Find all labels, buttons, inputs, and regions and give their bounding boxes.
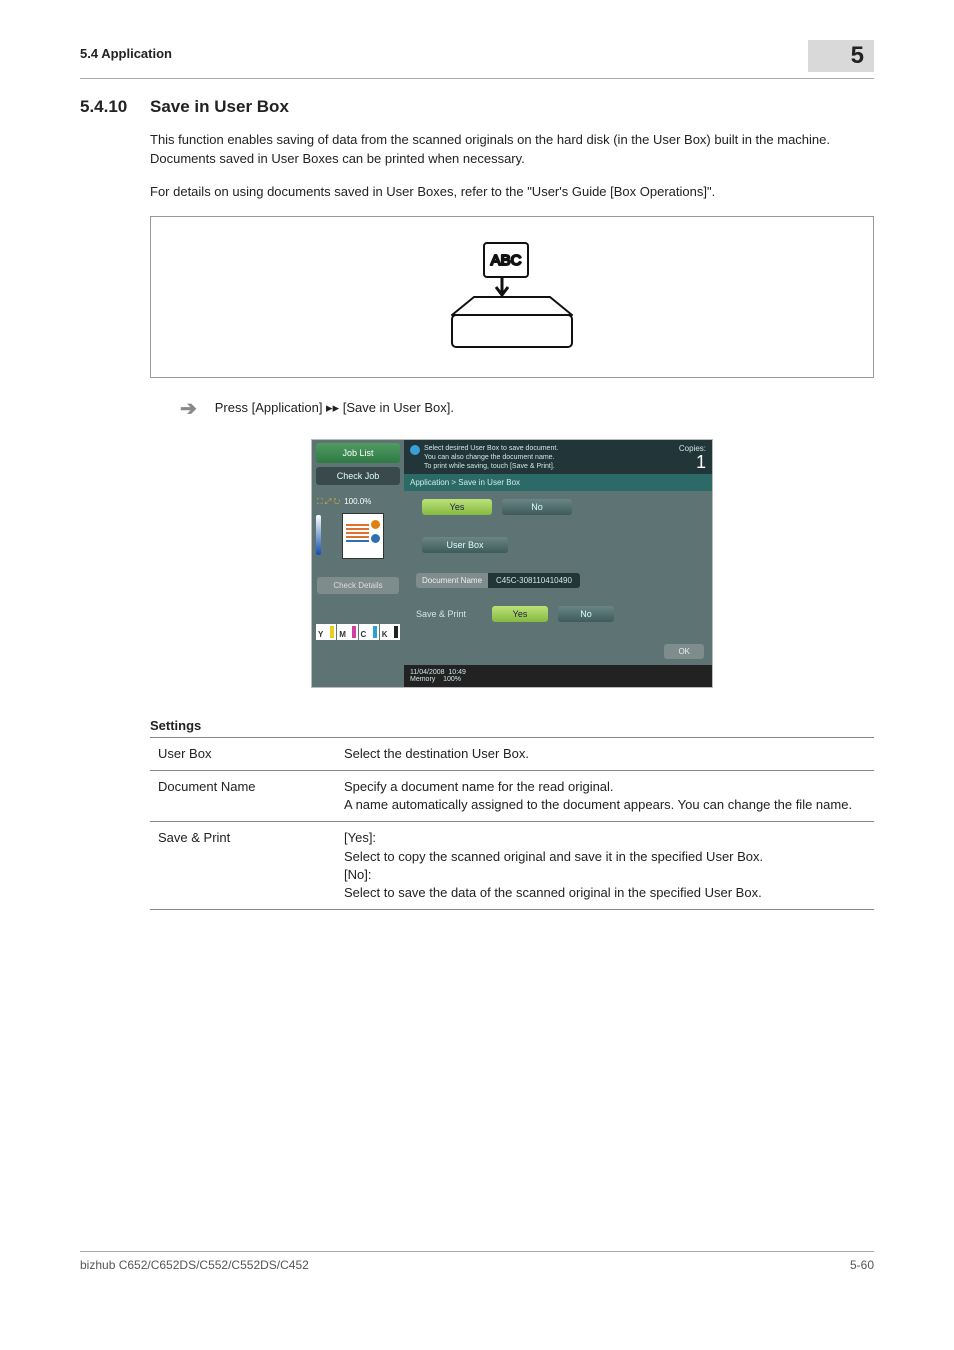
scanner-icon: ABC [432,237,592,362]
table-row: Document Name Specify a document name fo… [150,771,874,822]
step-instruction: Press [Application] ▸▸ [Save in User Box… [215,400,454,416]
table-row: User Box Select the destination User Box… [150,737,874,770]
setting-value: Specify a document name for the read ori… [336,771,874,822]
setting-key: User Box [150,737,336,770]
section-title: Save in User Box [150,97,289,117]
intro-paragraph-2: For details on using documents saved in … [150,183,874,202]
save-print-no-button[interactable]: No [558,606,614,622]
job-list-button[interactable]: Job List [316,443,400,463]
settings-table: User Box Select the destination User Box… [150,737,874,910]
user-box-button[interactable]: User Box [422,537,508,553]
guidance-message: Select desired User Box to save document… [424,444,671,472]
setting-key: Save & Print [150,822,336,910]
check-job-button[interactable]: Check Job [316,467,400,485]
save-and-print-label: Save & Print [416,609,482,619]
scanner-illustration: ABC [150,216,874,378]
ok-button[interactable]: OK [664,644,704,659]
breadcrumb: Application > Save in User Box [404,474,712,491]
footer-model: bizhub C652/C652DS/C552/C552DS/C452 [80,1258,309,1272]
chapter-number-badge: 5 [808,40,874,72]
toner-levels: Y M C K [316,624,400,640]
copies-value: 1 [679,453,706,471]
save-in-box-no-button[interactable]: No [502,499,572,515]
table-row: Save & Print [Yes]:Select to copy the sc… [150,822,874,910]
document-label: ABC [491,252,522,269]
info-icon [410,445,420,455]
setting-value: [Yes]:Select to copy the scanned origina… [336,822,874,910]
step-arrow-icon: ➔ [180,396,197,421]
intro-paragraph-1: This function enables saving of data fro… [150,131,874,169]
setting-value: Select the destination User Box. [336,737,874,770]
preview-tools-icons: ⛶ ⤢ ↻ [317,497,340,507]
save-in-box-yes-button[interactable]: Yes [422,499,492,515]
touch-panel-screenshot: Job List Check Job ⛶ ⤢ ↻ 100.0% Check De… [311,439,713,688]
section-number: 5.4.10 [80,97,150,117]
settings-heading: Settings [150,718,874,733]
footer-page: 5-60 [850,1258,874,1272]
setting-key: Document Name [150,771,336,822]
running-head-left: 5.4 Application [80,40,172,61]
save-print-yes-button[interactable]: Yes [492,606,548,622]
original-preview-icon [342,513,384,559]
document-name-button[interactable]: Document Name [416,573,488,588]
zoom-value: 100.0% [344,497,371,506]
check-details-button[interactable]: Check Details [317,577,399,594]
document-name-value: C45C-308110410490 [488,573,580,588]
status-bar: 11/04/2008 10:49 Memory 100% [404,665,712,687]
